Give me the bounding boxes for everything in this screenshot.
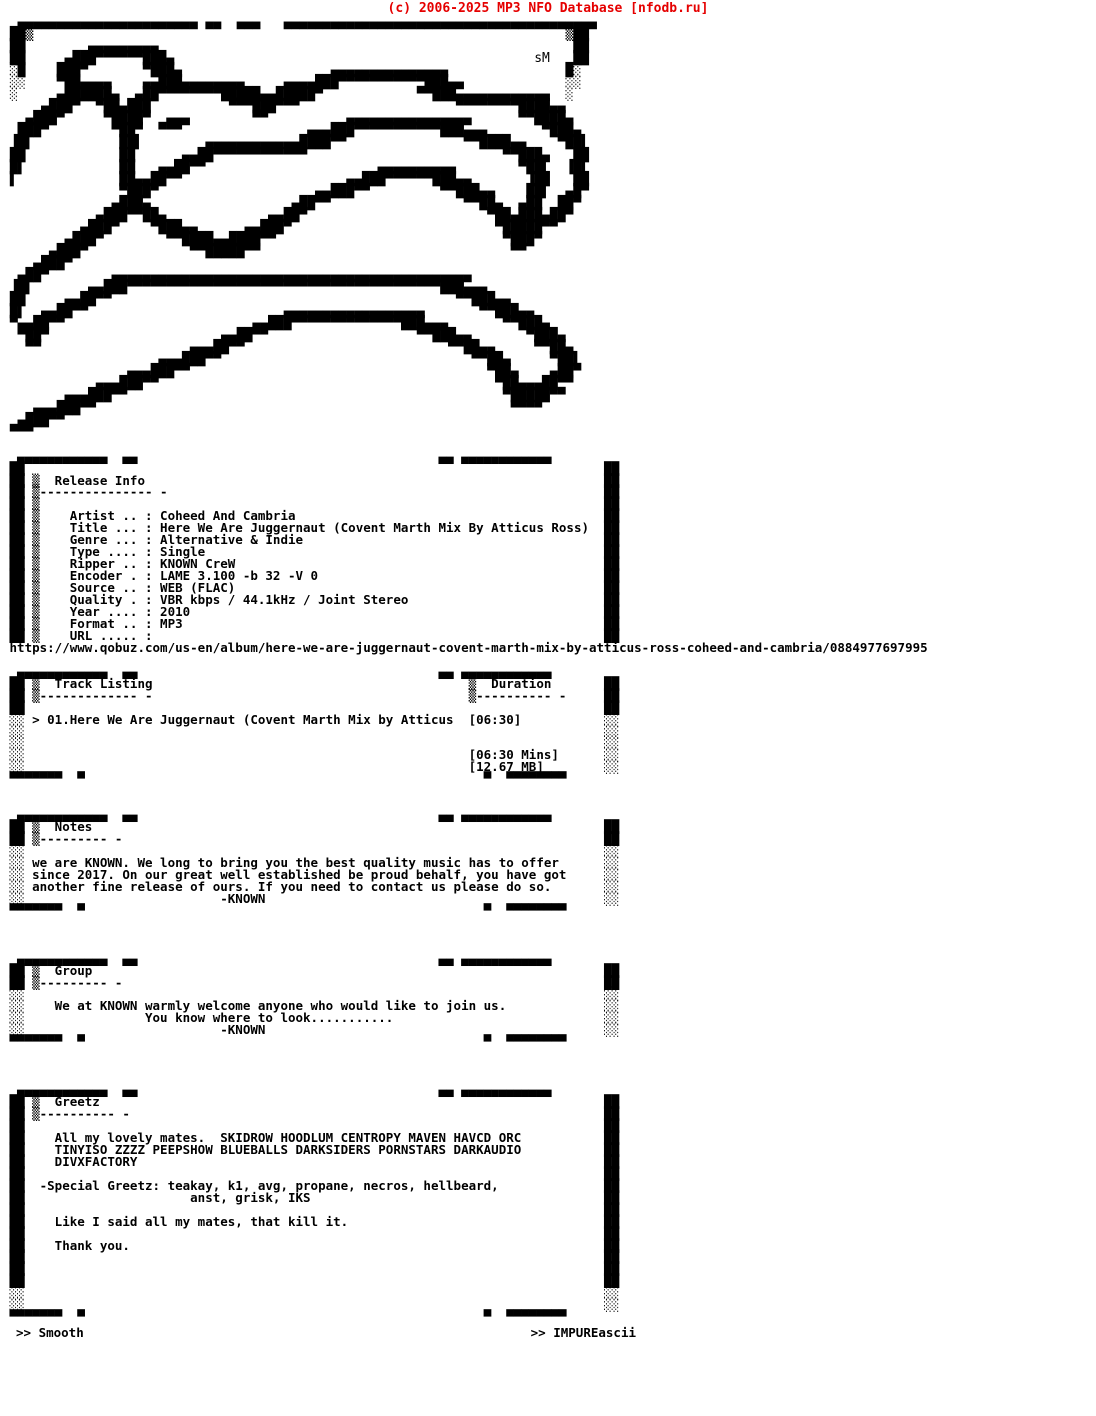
footer-right-credit: >> IMPUREascii (530, 1325, 636, 1341)
nfo-body-text: ▄▄▄▄▄▄▄▄▄▄▄▄ ▄▄ ▄▄ ▄▄▄▄▄▄▄▄▄▄▄▄ ██ ██ ██… (9, 448, 928, 1325)
nfo-page: (c) 2006-2025 MP3 NFO Database [nfodb.ru… (0, 0, 1096, 1416)
group-ascii-logo: ▄▄▄▄▄▄▄▄▄▄▄▄▄▄▄▄▄▄▄▄▄▄▄ ▄▄ ▄▄▄ ▄▄▄▄▄▄▄▄▄… (9, 15, 597, 440)
footer-bar: >> Smooth >> IMPUREascii (0, 1325, 636, 1341)
footer-left-credit: >> Smooth (16, 1325, 84, 1341)
